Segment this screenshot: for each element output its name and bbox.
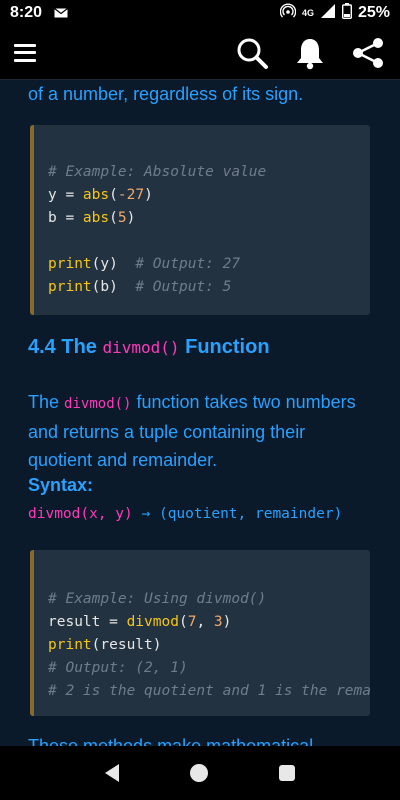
code-line: b = abs(5) [48,210,136,226]
article-content[interactable]: of a number, regardless of its sign. # E… [0,80,400,746]
code-line: print(y) # Output: 27 [48,256,241,272]
syntax-signature: divmod(x, y) → (quotient, remainder) [28,506,343,522]
code-line: y = abs(-27) [48,187,153,203]
hotspot-icon [279,2,297,24]
code-block-abs: # Example: Absolute value y = abs(-27) b… [30,125,370,315]
section-heading: 4.4 The divmod() Function [28,336,270,358]
syntax-label: Syntax: [28,475,94,495]
back-icon[interactable] [105,764,120,782]
recents-icon[interactable] [278,765,295,781]
system-nav-bar [0,746,400,800]
code-line: print(result) [48,637,162,653]
search-icon[interactable] [234,35,270,71]
bell-icon[interactable] [292,35,328,71]
status-time: 8:20 [10,4,43,21]
signal-icon [320,3,336,24]
share-icon[interactable] [350,35,386,71]
paragraph-fragment-bottom: These methods make mathematical [28,736,314,746]
code-abs: # Example: Absolute value y = abs(-27) b… [48,161,370,299]
code-line: print(b) # Output: 5 [48,279,232,295]
battery-icon [341,2,352,24]
mail-icon [54,6,68,21]
network-label: 4G [301,8,314,18]
menu-icon[interactable] [14,42,36,64]
status-bar: 8:20 4G 25% [0,0,400,26]
app-bar [0,26,400,80]
battery-percent: 25% [357,4,390,21]
paragraph-fragment-top: of a number, regardless of its sign. [28,84,304,104]
code-comment: # Example: Absolute value [48,164,267,180]
code-block-divmod: # Example: Using divmod() result = divmo… [30,550,370,716]
divmod-description: The divmod() function takes two numbers … [28,392,356,470]
code-divmod: # Example: Using divmod() result = divmo… [48,591,370,699]
code-line: result = divmod(7, 3) [48,614,232,630]
home-icon[interactable] [189,764,208,782]
inline-code: divmod() [64,396,132,412]
